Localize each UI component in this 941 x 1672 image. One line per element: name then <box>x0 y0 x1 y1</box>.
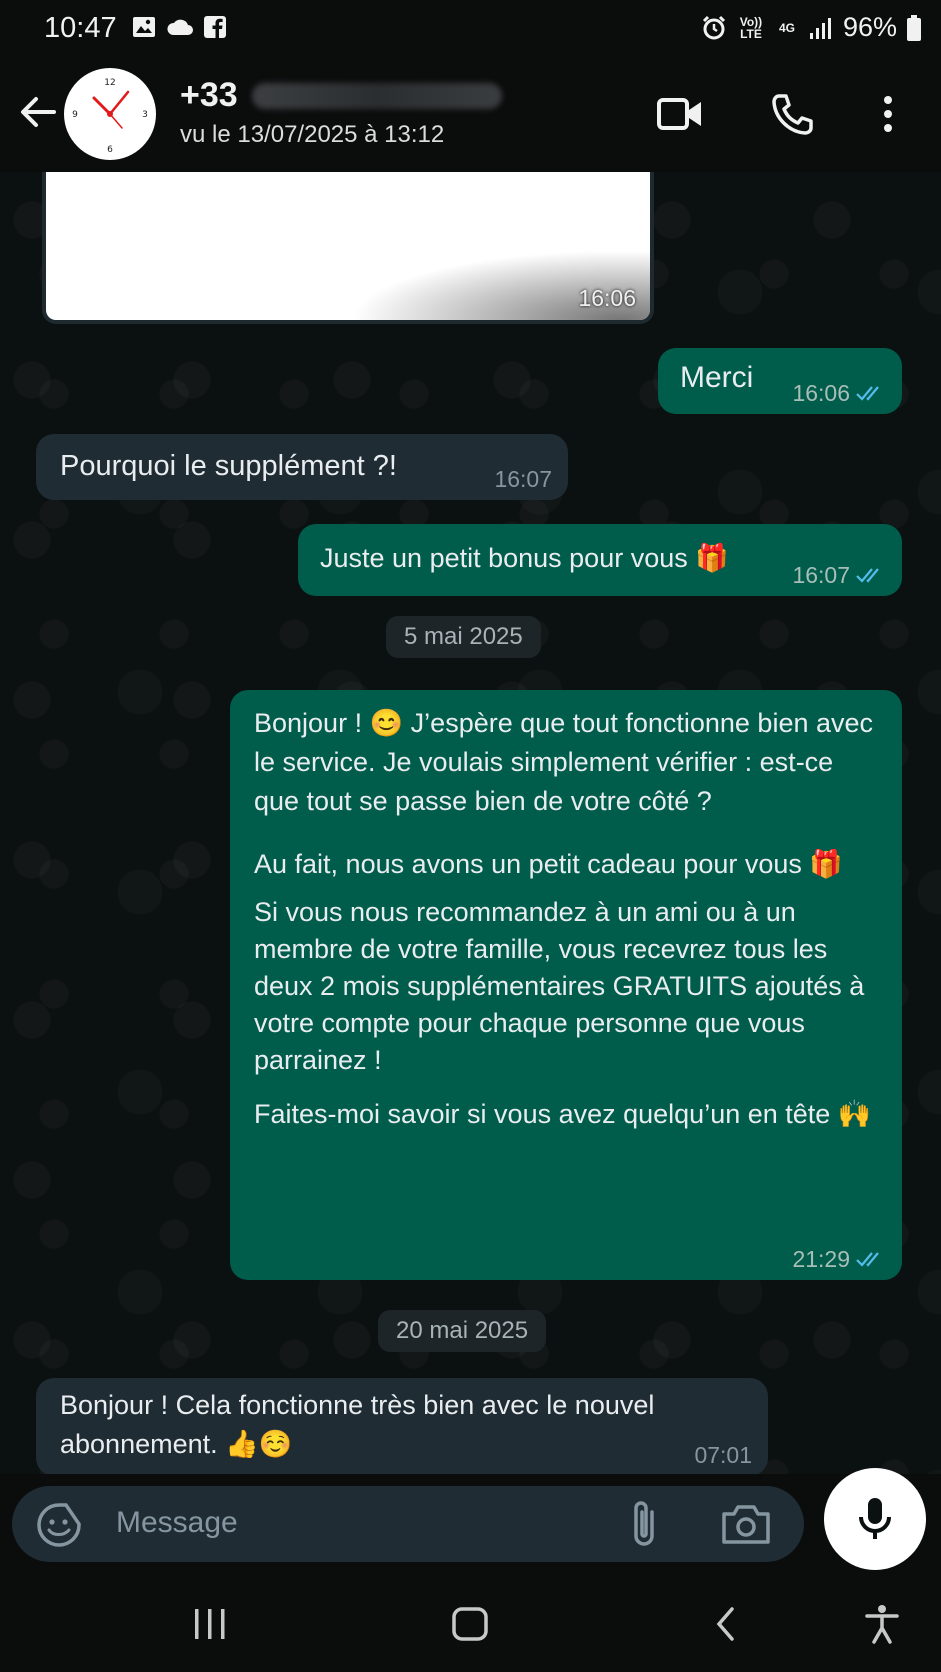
message-outgoing[interactable]: Juste un petit bonus pour vous 🎁 16:07 <box>298 524 902 596</box>
read-ticks-icon <box>856 1252 879 1267</box>
redacted-number <box>251 82 502 109</box>
contact-name: +33 <box>180 76 502 115</box>
svg-text:9: 9 <box>72 110 78 120</box>
message-paragraph: Faites-moi savoir si vous avez quelqu’un… <box>254 1099 872 1129</box>
attach-button[interactable] <box>622 1498 668 1550</box>
chat-area[interactable]: 16:06 Merci 16:06 Pourquoi le supplément… <box>0 172 941 1474</box>
microphone-icon <box>859 1498 891 1539</box>
battery-icon <box>907 14 921 41</box>
message-paragraph: Si vous nous recommandez à un ami ou à u… <box>254 897 865 1075</box>
svg-text:6: 6 <box>107 145 113 155</box>
contact-avatar[interactable]: 12 3 6 9 <box>64 68 156 160</box>
status-time: 10:47 <box>44 12 117 44</box>
message-paragraph: Au fait, nous avons un petit cadeau pour… <box>254 849 843 879</box>
voice-record-button[interactable] <box>824 1468 926 1570</box>
battery-percent: 96% <box>842 12 897 42</box>
message-time: 21:29 <box>792 1246 850 1272</box>
home-button[interactable] <box>440 1602 500 1646</box>
notification-icons <box>132 16 226 38</box>
chevron-left-icon <box>716 1607 734 1641</box>
date-separator: 5 mai 2025 <box>386 616 541 658</box>
date-separator: 20 mai 2025 <box>378 1310 547 1352</box>
message-text: Pourquoi le supplément ?! <box>60 450 397 482</box>
menu-button[interactable] <box>862 88 914 140</box>
contact-info[interactable]: +33 vu le 13/07/2025 à 13:12 <box>180 76 502 149</box>
svg-text:3: 3 <box>142 110 148 120</box>
alarm-icon <box>702 15 726 39</box>
accessibility-button[interactable] <box>852 1602 912 1646</box>
voice-call-button[interactable] <box>766 88 818 140</box>
paperclip-icon <box>634 1501 654 1546</box>
message-paragraph: Bonjour ! 😊 J’espère que tout fonctionne… <box>254 708 874 816</box>
read-ticks-icon <box>856 568 879 583</box>
message-input[interactable]: Message <box>116 1506 238 1540</box>
status-right: Vo)) LTE 4G 96% <box>701 12 921 43</box>
status-bar: 10:47 Vo)) LTE 4G 96% <box>0 0 941 56</box>
recent-apps-button[interactable] <box>180 1602 240 1646</box>
video-call-button[interactable] <box>654 88 706 140</box>
clock-icon: 12 3 6 9 <box>66 70 154 158</box>
back-nav-button[interactable] <box>696 1602 756 1646</box>
message-meta: 07:01 <box>694 1442 752 1468</box>
message-body: Bonjour ! 😊 J’espère que tout fonctionne… <box>254 704 884 1158</box>
video-call-icon <box>657 98 701 130</box>
signal-icon <box>809 17 831 39</box>
home-icon <box>452 1607 488 1641</box>
message-text: Merci <box>680 361 754 394</box>
gallery-notification-icon <box>133 17 155 37</box>
last-seen: vu le 13/07/2025 à 13:12 <box>180 121 445 148</box>
back-button[interactable] <box>16 90 60 134</box>
message-meta: 16:07 <box>792 562 886 588</box>
message-time: 16:07 <box>494 466 552 492</box>
volte-indicator: Vo)) LTE <box>739 14 763 41</box>
phone-icon <box>772 94 813 135</box>
message-meta: 16:06 <box>792 380 886 406</box>
message-time: 07:01 <box>694 1442 752 1468</box>
message-incoming[interactable]: Pourquoi le supplément ?! 16:07 <box>36 434 568 500</box>
message-text: Juste un petit bonus pour vous 🎁 <box>320 543 729 573</box>
system-nav-bar <box>0 1572 941 1672</box>
contact-number-prefix: +33 <box>180 76 238 114</box>
message-outgoing[interactable]: Merci 16:06 <box>658 348 902 414</box>
recent-apps-icon <box>195 1609 225 1639</box>
read-ticks-icon <box>856 386 879 401</box>
chat-header: 12 3 6 9 +33 vu le 13/07/2025 à 13:12 <box>0 56 941 172</box>
message-meta: 21:29 <box>792 1246 886 1272</box>
arrow-left-icon <box>21 97 56 127</box>
message-composer[interactable]: Message <box>12 1486 804 1562</box>
facebook-notification-icon <box>204 16 226 38</box>
camera-button[interactable] <box>720 1500 772 1548</box>
accessibility-icon <box>865 1605 899 1644</box>
image-message[interactable]: 16:06 <box>42 172 654 324</box>
svg-text:12: 12 <box>104 78 115 88</box>
cloud-notification-icon <box>167 19 193 35</box>
message-time: 16:07 <box>792 562 850 588</box>
sticker-icon <box>37 1503 81 1547</box>
camera-icon <box>722 1505 770 1544</box>
message-outgoing[interactable]: Bonjour ! 😊 J’espère que tout fonctionne… <box>230 690 902 1280</box>
message-time: 16:06 <box>578 285 636 311</box>
message-time: 16:06 <box>792 380 850 406</box>
emoji-button[interactable] <box>36 1502 82 1548</box>
more-vertical-icon <box>884 96 892 132</box>
message-meta: 16:07 <box>494 466 552 492</box>
message-text: Bonjour ! Cela fonctionne très bien avec… <box>60 1390 655 1459</box>
message-incoming[interactable]: Bonjour ! Cela fonctionne très bien avec… <box>36 1378 768 1474</box>
network-type: 4G <box>778 20 795 35</box>
